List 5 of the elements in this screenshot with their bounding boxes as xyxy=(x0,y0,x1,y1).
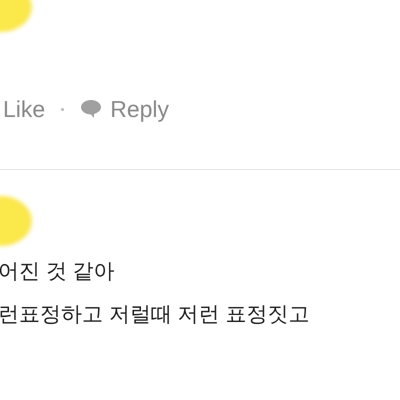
comment-text: 어진 것 같아 xyxy=(0,258,116,284)
comment-text: 런표정하고 저럴때 저런 표정짓고 xyxy=(0,302,311,328)
reply-button[interactable]: Reply xyxy=(110,92,170,126)
like-button[interactable]: Like xyxy=(3,92,46,126)
speech-bubble-icon xyxy=(80,99,102,120)
